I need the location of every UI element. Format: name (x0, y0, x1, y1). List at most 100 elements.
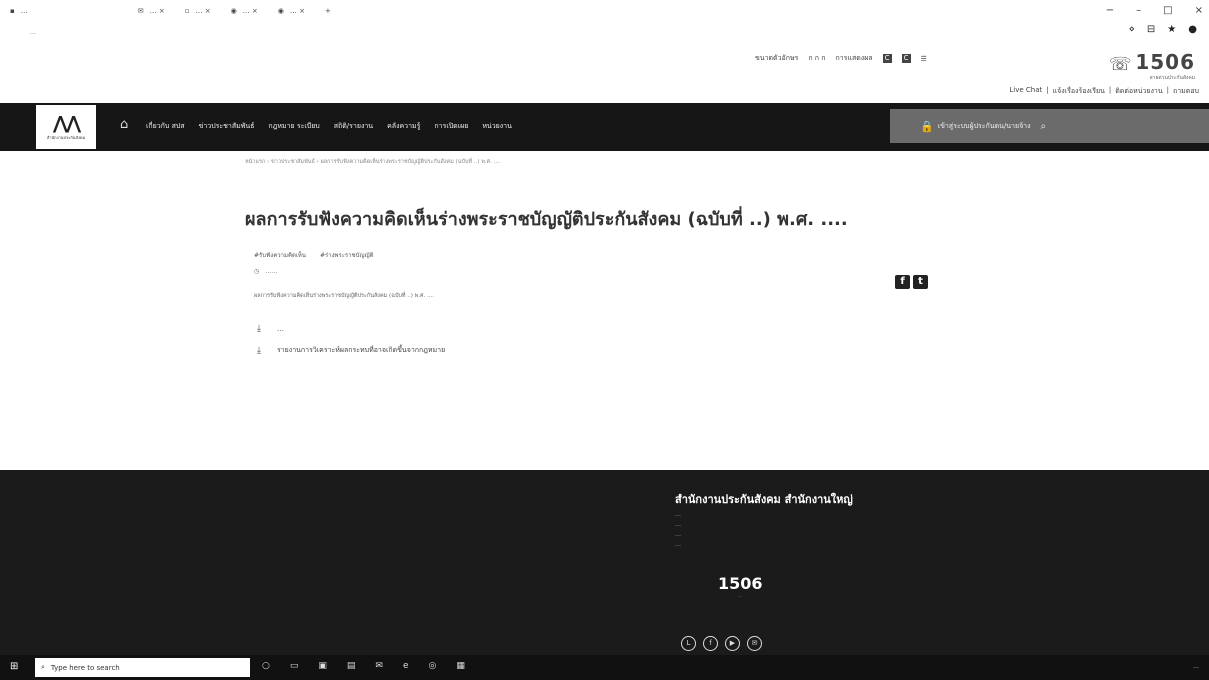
chrome-icon: ◉ (277, 7, 284, 15)
footer-hotline-number: 1506 (718, 574, 763, 593)
browser-tab[interactable]: ▫ … × (175, 0, 221, 22)
footer-address: สำนักงานประกันสังคม สำนักงานใหญ่ … … … … (675, 490, 853, 548)
nav-menu: เกี่ยวกับ สปส ข่าวประชาสัมพันธ์ กฎหมาย ร… (146, 121, 512, 132)
nav-item-statistics[interactable]: สถิติ/รายงาน (334, 121, 373, 132)
footer-title: สำนักงานประกันสังคม สำนักงานใหญ่ (675, 493, 853, 506)
download-label[interactable]: รายงานการวิเคราะห์ผลกระทบที่อาจเกิดขึ้นจ… (277, 345, 445, 356)
taskbar-search[interactable]: ⌕ Type here to search (35, 658, 250, 677)
address-bar[interactable]: … (0, 22, 1209, 42)
download-icon: ⤓ (257, 345, 261, 356)
nav-item-disclosure[interactable]: การเปิดเผย (434, 121, 468, 132)
page-icon: ▫ (184, 7, 190, 15)
maximize-button[interactable]: □ (1163, 5, 1172, 16)
taskview-icon[interactable]: ▭ (290, 661, 299, 671)
font-size-controls[interactable]: ก ก ก (808, 53, 825, 64)
bookmark-star-icon[interactable]: ★ (1167, 24, 1176, 35)
download-label[interactable]: … (277, 325, 284, 333)
top-links: Live Chat | แจ้งเรื่องร้องเรียน | ติดต่อ… (1009, 86, 1199, 97)
windows-start-icon[interactable]: ⊞ (10, 661, 18, 672)
hotline[interactable]: ☏ 1506 สายด่วนประกันสังคม (1109, 50, 1195, 82)
tab-label: … (20, 7, 28, 15)
print-icon[interactable]: ⊟ (1147, 24, 1155, 35)
store-icon[interactable]: ▣ (318, 661, 327, 671)
app-icon[interactable]: ▦ (456, 661, 465, 671)
url-text: … (30, 28, 36, 36)
browser-tab[interactable]: ▪… (0, 0, 38, 22)
footer-line: … (675, 521, 681, 528)
complaint-link[interactable]: แจ้งเรื่องร้องเรียน (1053, 86, 1105, 97)
nav-item-departments[interactable]: หน่วยงาน (482, 121, 512, 132)
contrast-button[interactable]: C (882, 54, 892, 63)
download-item[interactable]: ⤓ … (257, 324, 284, 334)
tag[interactable]: #รับฟังความคิดเห็น (254, 250, 306, 260)
site-logo[interactable]: ⋀⋀ สำนักงานประกันสังคม (36, 105, 96, 149)
tag[interactable]: #ร่างพระราชบัญญัติ (320, 250, 374, 260)
display-mode-label: การแสดงผล (835, 54, 873, 62)
youtube-icon[interactable]: ▶ (725, 636, 740, 651)
download-item[interactable]: ⤓ รายงานการวิเคราะห์ผลกระทบที่อาจเกิดขึ้… (257, 345, 445, 356)
search-icon[interactable]: ⌕ (1041, 121, 1047, 132)
close-button[interactable]: × (1195, 5, 1203, 16)
browser-tab-strip: ▪… ✉… × ▫… × ◉… × ◉… × + − – □ × (0, 0, 1209, 22)
publish-date: ◷ …… (254, 268, 277, 275)
date-text: …… (265, 268, 278, 275)
login-search-panel[interactable]: 🔒 เข้าสู่ระบบผู้ประกันตน/นายจ้าง ⌕ (890, 109, 1209, 143)
facebook-share-icon[interactable]: f (895, 275, 910, 289)
footer-line: … (675, 531, 681, 538)
browser-tab[interactable]: ◉ … × (268, 0, 315, 22)
cortana-icon[interactable]: ○ (262, 661, 270, 671)
new-tab-button[interactable]: + (315, 0, 341, 22)
browser-tab[interactable]: ◉ … × (221, 0, 268, 22)
mail-icon[interactable]: ✉ (375, 661, 383, 671)
clock-icon: ◷ (254, 268, 260, 275)
contact-link[interactable]: ติดต่อหน่วยงาน (1115, 86, 1162, 97)
tab-label: … × (149, 7, 165, 15)
logo-text: สำนักงานประกันสังคม (46, 135, 86, 140)
taskbar-apps: ○ ▭ ▣ ▤ ✉ e ◎ ▦ (262, 661, 465, 671)
menu-icon[interactable]: ☰ (921, 55, 927, 63)
edge-icon[interactable]: e (403, 661, 409, 671)
minimize-button[interactable]: – (1136, 5, 1141, 16)
faq-link[interactable]: ถามตอบ (1173, 86, 1199, 97)
window-controls: − – □ × (1106, 5, 1203, 16)
search-icon: ⌕ (41, 663, 45, 671)
nav-item-about[interactable]: เกี่ยวกับ สปส (146, 121, 185, 132)
article-description: ผลการรับฟังความคิดเห็นร่างพระราชบัญญัติป… (254, 293, 435, 299)
tab-label: … × (289, 7, 305, 15)
new-tab-label: + (324, 7, 331, 15)
os-taskbar: ⊞ ⌕ Type here to search ○ ▭ ▣ ▤ ✉ e ◎ ▦ … (0, 655, 1209, 680)
nav-item-news[interactable]: ข่าวประชาสัมพันธ์ (199, 121, 255, 132)
browser-toolbar-icons: ⋄ ⊟ ★ ● (1129, 24, 1197, 35)
extension-icon[interactable]: ⋄ (1129, 24, 1135, 35)
folder-icon[interactable]: ▤ (347, 661, 356, 671)
chrome-icon[interactable]: ◎ (429, 661, 437, 671)
home-icon[interactable]: ⌂ (120, 117, 128, 132)
email-icon[interactable]: ✉ (747, 636, 762, 651)
footer-hotline[interactable]: 1506 … (718, 574, 763, 598)
download-icon: ⤓ (257, 324, 261, 334)
mail-icon: ✉ (137, 7, 144, 15)
nav-item-knowledge[interactable]: คลังความรู้ (387, 121, 420, 132)
site-footer (0, 470, 1209, 655)
login-label[interactable]: เข้าสู่ระบบผู้ประกันตน/นายจ้าง (938, 121, 1031, 132)
footer-hotline-sub: … (738, 593, 743, 598)
profile-icon[interactable]: ● (1188, 24, 1197, 35)
share-buttons: f t (895, 275, 928, 289)
hotline-sub: สายด่วนประกันสังคม (1149, 75, 1195, 81)
live-chat-link[interactable]: Live Chat (1009, 86, 1042, 97)
taskbar-search-placeholder: Type here to search (50, 663, 120, 672)
line-icon[interactable]: L (681, 636, 696, 651)
window-control[interactable]: − (1106, 5, 1114, 16)
nav-item-law[interactable]: กฎหมาย ระเบียบ (268, 121, 319, 132)
twitter-share-icon[interactable]: t (913, 275, 928, 289)
utility-bar: ขนาดตัวอักษร ก ก ก การแสดงผล C C ☰ (755, 53, 927, 64)
browser-tab[interactable]: ✉ … × (128, 0, 175, 22)
page-title: ผลการรับฟังความคิดเห็นร่างพระราชบัญญัติป… (245, 209, 848, 230)
facebook-icon[interactable]: f (703, 636, 718, 651)
system-tray[interactable]: … (1193, 663, 1199, 670)
main-navbar: ⋀⋀ สำนักงานประกันสังคม ⌂ เกี่ยวกับ สปส ข… (0, 103, 1209, 151)
font-size-label: ขนาดตัวอักษร (755, 54, 799, 62)
phone-icon: ☏ (1108, 54, 1132, 75)
contrast-button-alt[interactable]: C (901, 54, 911, 63)
breadcrumb[interactable]: หน้าแรก › ข่าวประชาสัมพันธ์ › ผลการรับฟั… (245, 158, 501, 166)
